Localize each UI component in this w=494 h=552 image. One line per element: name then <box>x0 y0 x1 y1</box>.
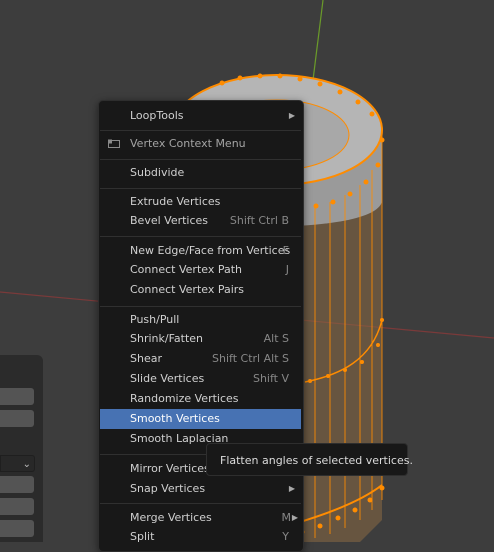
panel-field-5[interactable] <box>0 520 34 537</box>
menu-item-label: Shrink/Fatten <box>130 332 204 345</box>
menu-item-shortcut: Shift Ctrl B <box>229 214 289 227</box>
vertex-icon <box>108 139 120 148</box>
menu-item-label: Slide Vertices <box>130 372 205 385</box>
tooltip-text: Flatten angles of selected vertices. <box>220 454 413 467</box>
menu-item-slide-vertices[interactable]: Slide Vertices Shift V <box>100 369 301 389</box>
menu-item-label: Subdivide <box>130 166 185 179</box>
chevron-down-icon: ⌄ <box>22 459 31 470</box>
menu-item-label: New Edge/Face from Vertices <box>130 244 291 257</box>
menu-item-label: Bevel Vertices <box>130 214 209 227</box>
menu-item-label: Split <box>130 530 155 543</box>
menu-item-label: Snap Vertices <box>130 482 206 495</box>
menu-item-smooth-vertices[interactable]: Smooth Vertices <box>100 409 301 429</box>
menu-item-merge-vertices[interactable]: Merge Vertices M ▶ <box>100 508 301 528</box>
menu-item-label: Connect Vertex Path <box>130 263 242 276</box>
menu-separator <box>100 503 301 504</box>
menu-item-shortcut: Y <box>282 530 289 543</box>
menu-item-label: Randomize Vertices <box>130 392 239 405</box>
panel-field-4[interactable] <box>0 498 34 515</box>
triangle-right-icon: ▶ <box>288 484 295 493</box>
menu-item-shortcut: J <box>285 263 289 276</box>
menu-item-shortcut: Alt S <box>263 332 289 345</box>
menu-item-snap-vertices[interactable]: Snap Vertices ▶ <box>100 479 301 499</box>
menu-item-connect-vertex-path[interactable]: Connect Vertex Path J <box>100 260 301 280</box>
menu-item-subdivide[interactable]: Subdivide <box>100 163 301 183</box>
menu-item-new-edge-face[interactable]: New Edge/Face from Vertices F <box>100 241 301 261</box>
menu-item-bevel-vertices[interactable]: Bevel Vertices Shift Ctrl B <box>100 211 301 231</box>
menu-separator <box>100 188 301 189</box>
menu-item-label: Extrude Vertices <box>130 195 221 208</box>
panel-field-1[interactable] <box>0 388 34 405</box>
menu-item-shortcut: M <box>281 511 292 524</box>
menu-item-label: Push/Pull <box>130 313 180 326</box>
triangle-right-icon: ▶ <box>291 513 298 522</box>
menu-item-shortcut: F <box>282 244 289 257</box>
tooltip: Flatten angles of selected vertices. <box>206 443 413 476</box>
menu-item-label: Mirror Vertices <box>130 462 210 475</box>
menu-item-extrude-vertices[interactable]: Extrude Vertices <box>100 192 301 212</box>
vertex-context-menu: LoopTools ▶ Vertex Context Menu Subdivid… <box>98 100 304 552</box>
menu-item-split[interactable]: Split Y <box>100 527 301 547</box>
menu-item-label: Connect Vertex Pairs <box>130 283 245 296</box>
panel-field-2[interactable] <box>0 410 34 427</box>
menu-separator <box>100 159 301 160</box>
menu-item-label: Shear <box>130 352 162 365</box>
panel-field-3[interactable] <box>0 476 34 493</box>
menu-separator <box>100 306 301 307</box>
menu-title: Vertex Context Menu <box>100 134 301 154</box>
menu-item-label: Smooth Vertices <box>130 412 220 425</box>
menu-item-shortcut: Shift V <box>252 372 289 385</box>
z-axis-line <box>312 0 324 81</box>
menu-item-shortcut: Shift Ctrl Alt S <box>212 352 289 365</box>
menu-item-shear[interactable]: Shear Shift Ctrl Alt S <box>100 349 301 369</box>
triangle-right-icon: ▶ <box>288 111 295 120</box>
menu-item-randomize-vertices[interactable]: Randomize Vertices <box>100 389 301 409</box>
menu-item-shrink-fatten[interactable]: Shrink/Fatten Alt S <box>100 329 301 349</box>
panel-dropdown[interactable]: ⌄ <box>0 455 35 472</box>
menu-item-label: Merge Vertices <box>130 511 212 524</box>
menu-separator <box>100 130 301 131</box>
operator-panel: ⌄ <box>0 355 43 542</box>
menu-separator <box>100 236 301 237</box>
menu-item-connect-vertex-pairs[interactable]: Connect Vertex Pairs <box>100 280 301 300</box>
menu-item-looptools[interactable]: LoopTools ▶ <box>100 106 301 126</box>
menu-title-label: Vertex Context Menu <box>130 137 246 150</box>
menu-item-push-pull[interactable]: Push/Pull <box>100 310 301 330</box>
menu-item-label: LoopTools <box>130 109 184 122</box>
